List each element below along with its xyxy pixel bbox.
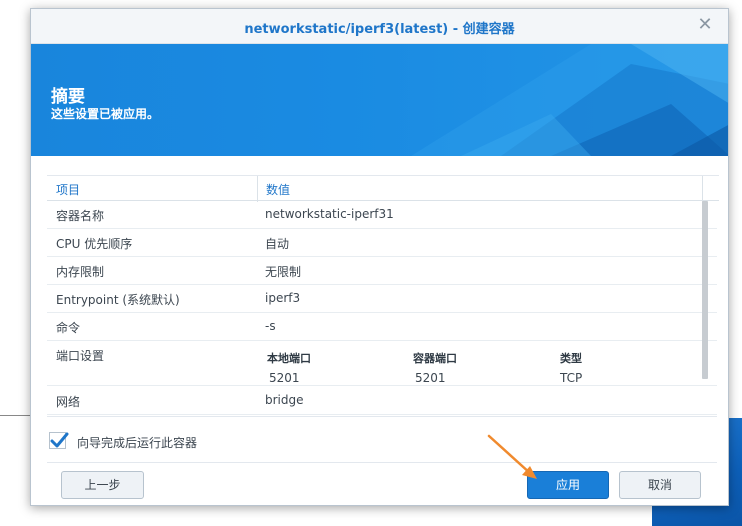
port-local-value: 5201 [269, 371, 300, 385]
close-icon[interactable]: ✕ [696, 16, 714, 34]
row-key: 命令 [56, 321, 81, 335]
table-row: Entrypoint (系统默认) iperf3 [47, 285, 717, 313]
checkmark-icon [50, 432, 69, 448]
row-value: -s [265, 319, 276, 333]
row-value: bridge [265, 393, 304, 407]
table-scrollbar[interactable] [702, 201, 708, 379]
column-header-item[interactable]: 项目 [56, 181, 80, 198]
cancel-button[interactable]: 取消 [619, 471, 701, 499]
port-type-value: TCP [560, 371, 583, 385]
row-key: Entrypoint (系统默认) [56, 293, 180, 307]
summary-banner: 摘要 这些设置已被应用。 [31, 44, 728, 156]
port-header-container: 容器端口 [413, 352, 457, 365]
row-key: 容器名称 [56, 209, 105, 223]
background-window-edge [0, 415, 30, 416]
table-row: 命令 -s [47, 313, 717, 341]
row-value: 自动 [265, 237, 290, 251]
row-value: iperf3 [265, 291, 301, 305]
run-after-wizard-checkbox[interactable] [49, 432, 69, 449]
banner-decoration [411, 44, 728, 156]
port-container-value: 5201 [415, 371, 446, 385]
back-button[interactable]: 上一步 [61, 471, 144, 499]
run-after-wizard-label[interactable]: 向导完成后运行此容器 [77, 434, 197, 451]
create-container-dialog: networkstatic/iperf3(latest) - 创建容器 ✕ 摘要… [30, 8, 729, 506]
footer-divider [47, 462, 717, 463]
dialog-title: networkstatic/iperf3(latest) - 创建容器 [244, 22, 515, 37]
banner-title: 摘要 [51, 87, 85, 107]
column-header-value[interactable]: 数值 [266, 181, 290, 198]
apply-button[interactable]: 应用 [527, 471, 609, 499]
table-row: 内存限制 无限制 [47, 257, 717, 285]
row-key: CPU 优先顺序 [56, 237, 133, 251]
table-row-ports: 端口设置 本地端口 容器端口 类型 5201 5201 TCP [47, 341, 717, 386]
banner-subtitle: 这些设置已被应用。 [51, 107, 160, 121]
column-divider [257, 176, 258, 202]
row-value: networkstatic-iperf31 [265, 207, 394, 221]
column-divider [702, 176, 703, 202]
row-key: 端口设置 [56, 349, 105, 363]
table-row: 容器名称 networkstatic-iperf31 [47, 201, 717, 229]
dialog-title-bar[interactable]: networkstatic/iperf3(latest) - 创建容器 ✕ [31, 9, 728, 44]
row-key: 网络 [56, 395, 81, 409]
summary-table: 项目 数值 容器名称 networkstatic-iperf31 CPU 优先顺… [47, 175, 719, 417]
table-row: 网络 bridge [47, 387, 717, 415]
port-header-type: 类型 [560, 352, 582, 365]
row-value: 无限制 [265, 265, 302, 279]
table-header: 项目 数值 [47, 175, 719, 202]
row-key: 内存限制 [56, 265, 105, 279]
port-header-local: 本地端口 [267, 352, 311, 365]
table-row: CPU 优先顺序 自动 [47, 229, 717, 257]
